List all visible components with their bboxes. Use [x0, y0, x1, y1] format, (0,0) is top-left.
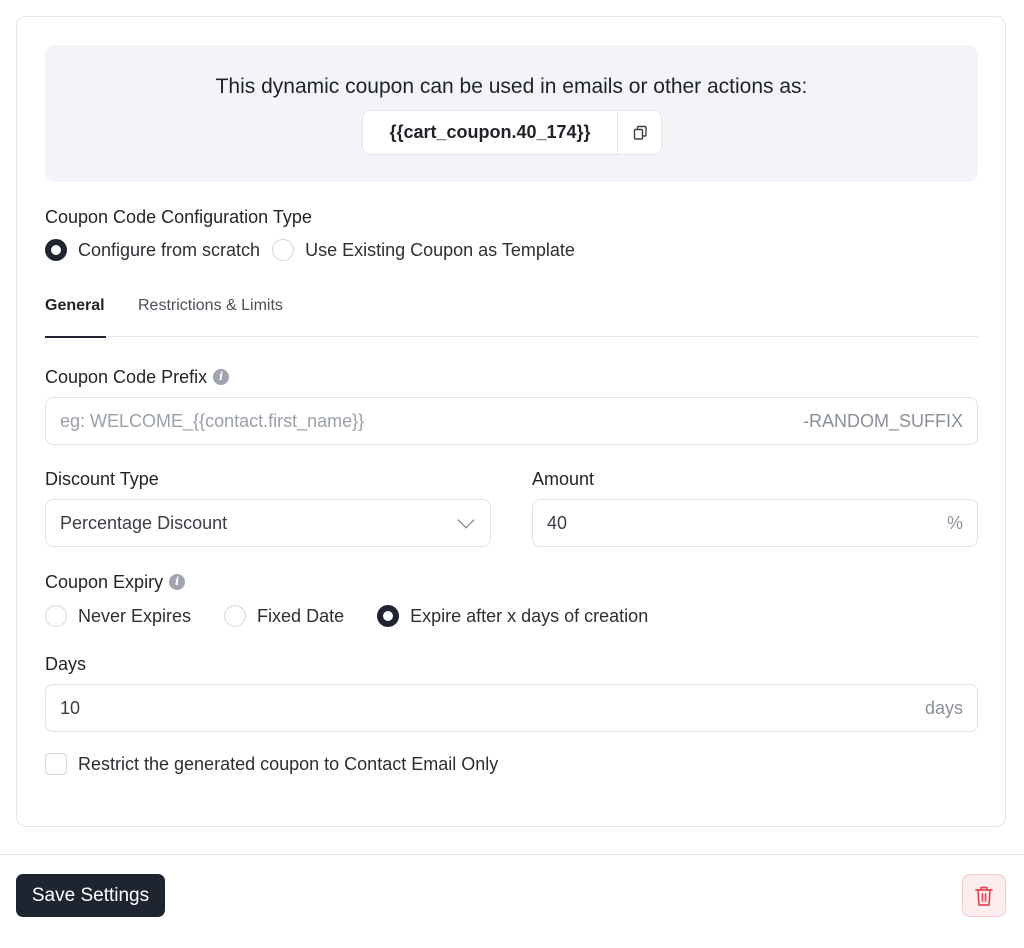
prefix-suffix: -RANDOM_SUFFIX	[802, 410, 963, 431]
expiry-label: Coupon Expiry i	[45, 572, 186, 593]
config-type-label: Coupon Code Configuration Type	[45, 207, 312, 227]
radio-indicator[interactable]	[272, 239, 295, 261]
expiry-label-text: Coupon Expiry	[45, 572, 164, 592]
info-icon[interactable]: i	[213, 368, 230, 385]
radio-indicator-checked[interactable]	[377, 605, 400, 627]
radio-label: Expire after x days of creation	[410, 605, 649, 626]
discount-type-value: Percentage Discount	[60, 512, 228, 533]
discount-type-select[interactable]: Percentage Discount	[45, 499, 491, 547]
days-label: Days	[45, 654, 87, 674]
radio-label: Use Existing Coupon as Template	[305, 239, 575, 260]
radio-never-expires[interactable]: Never Expires	[45, 605, 191, 627]
days-suffix: days	[924, 697, 963, 718]
coupon-prefix-input[interactable]: eg: WELCOME_{{contact.first_name}} -RAND…	[45, 397, 978, 445]
radio-configure-from-scratch[interactable]: Configure from scratch	[45, 239, 260, 261]
amount-value: 40	[547, 512, 568, 533]
tab-restrictions-limits[interactable]: Restrictions & Limits	[138, 297, 283, 337]
prefix-placeholder: eg: WELCOME_{{contact.first_name}}	[60, 410, 365, 431]
restrict-email-label: Restrict the generated coupon to Contact…	[78, 753, 499, 774]
delete-button[interactable]	[962, 874, 1006, 917]
coupon-settings-card: This dynamic coupon can be used in email…	[16, 16, 1006, 827]
chevron-down-icon	[457, 511, 475, 529]
radio-use-existing-template[interactable]: Use Existing Coupon as Template	[272, 239, 575, 261]
coupon-code-text[interactable]: {{cart_coupon.40_174}}	[363, 111, 617, 154]
banner-title: This dynamic coupon can be used in email…	[215, 75, 808, 98]
dynamic-coupon-banner: This dynamic coupon can be used in email…	[45, 45, 978, 182]
restrict-email-checkbox[interactable]	[45, 753, 67, 775]
days-input[interactable]: 10 days	[45, 684, 978, 732]
config-type-radio-group: Configure from scratch Use Existing Coup…	[45, 239, 587, 261]
copy-button[interactable]	[617, 111, 661, 154]
discount-type-label: Discount Type	[45, 469, 159, 489]
prefix-label-text: Coupon Code Prefix	[45, 367, 208, 387]
days-value: 10	[60, 697, 81, 718]
save-settings-button[interactable]: Save Settings	[16, 874, 165, 917]
coupon-code-pill: {{cart_coupon.40_174}}	[362, 110, 662, 155]
radio-label: Fixed Date	[257, 605, 345, 626]
radio-indicator-checked[interactable]	[45, 239, 67, 261]
amount-suffix: %	[946, 512, 963, 533]
radio-expire-after-days[interactable]: Expire after x days of creation	[377, 605, 648, 627]
footer-divider	[0, 854, 1024, 855]
radio-indicator[interactable]	[224, 605, 247, 627]
radio-indicator[interactable]	[45, 605, 67, 627]
amount-input[interactable]: 40 %	[532, 499, 978, 547]
restrict-email-row[interactable]: Restrict the generated coupon to Contact…	[45, 753, 498, 775]
expiry-radio-group: Never Expires Fixed Date Expire after x …	[45, 605, 660, 627]
trash-icon	[975, 886, 993, 906]
prefix-label: Coupon Code Prefix i	[45, 367, 230, 388]
radio-fixed-date[interactable]: Fixed Date	[224, 605, 344, 627]
radio-label: Configure from scratch	[78, 239, 261, 260]
tab-general[interactable]: General	[45, 297, 106, 338]
settings-tabs: General Restrictions & Limits	[45, 297, 978, 338]
amount-label: Amount	[532, 469, 595, 489]
radio-label: Never Expires	[78, 605, 192, 626]
copy-icon	[633, 125, 647, 140]
info-icon[interactable]: i	[169, 573, 186, 590]
